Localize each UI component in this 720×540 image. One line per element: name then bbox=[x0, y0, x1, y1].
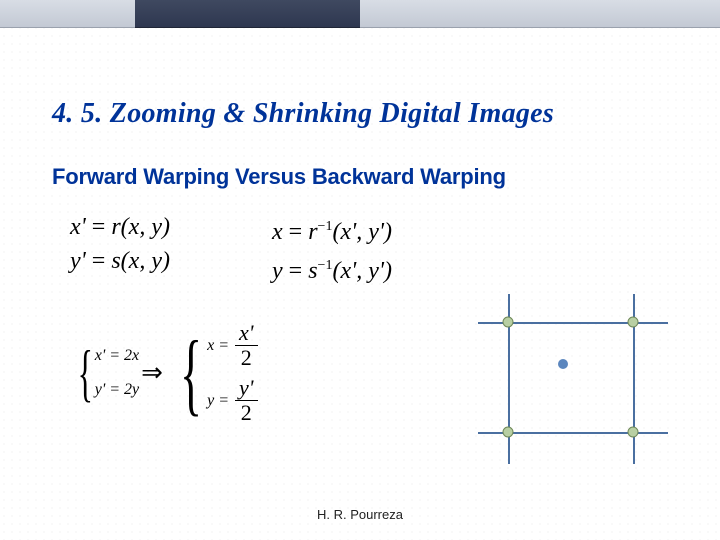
backward-eq2-exp: −1 bbox=[318, 258, 333, 273]
backward-eq2-args: (x', y') bbox=[332, 258, 392, 284]
slide-top-bar bbox=[0, 0, 720, 28]
left-brace-icon: { bbox=[78, 347, 93, 399]
example-forward-eq2: y' = 2y bbox=[95, 381, 139, 398]
formula-row-1: x' = r(x, y) y' = s(x, y) x = r−1(x', y'… bbox=[52, 210, 668, 288]
frac2-den: 2 bbox=[237, 402, 256, 424]
slide-subtitle: Forward Warping Versus Backward Warping bbox=[52, 164, 668, 190]
frac1-num: x' bbox=[239, 320, 253, 345]
frac2-num: y' bbox=[239, 375, 253, 400]
forward-eq-2: y' = s(x, y) bbox=[70, 244, 272, 278]
backward-eq1-lhs: x bbox=[272, 219, 283, 245]
backward-eq1-args: (x', y') bbox=[332, 219, 392, 245]
slide-content: 4. 5. Zooming & Shrinking Digital Images… bbox=[0, 0, 720, 428]
example-backward-block: { x = x' 2 y = y' 2 bbox=[169, 318, 258, 428]
forward-eq-1: x' = r(x, y) bbox=[70, 210, 272, 244]
example-backward-eq2-lhs: y = bbox=[207, 393, 229, 409]
backward-eq1-exp: −1 bbox=[318, 219, 333, 234]
fraction-2: y' 2 bbox=[235, 377, 257, 424]
example-backward-eq1: x = x' 2 bbox=[207, 322, 257, 369]
grid-node-icon bbox=[503, 427, 514, 438]
backward-eq2-fn: s bbox=[308, 258, 317, 284]
slide-title: 4. 5. Zooming & Shrinking Digital Images bbox=[52, 98, 668, 130]
slide-author: H. R. Pourreza bbox=[0, 507, 720, 522]
example-forward-eq1: x' = 2x bbox=[95, 347, 139, 364]
backward-eq2-lhs: y bbox=[272, 258, 283, 284]
backward-warping-equations: x = r−1(x', y') y = s−1(x', y') bbox=[272, 210, 542, 288]
equals-sign: = bbox=[92, 214, 106, 240]
equals-sign: = bbox=[289, 219, 303, 245]
formula-row-2: { x' = 2x y' = 2y ⇒ { x = x' 2 y = bbox=[52, 318, 668, 428]
forward-eq1-rhs: r(x, y) bbox=[111, 214, 170, 240]
example-backward-eq1-lhs: x = bbox=[207, 338, 229, 354]
forward-eq1-lhs: x' bbox=[70, 214, 86, 240]
backward-eq1-fn: r bbox=[308, 219, 317, 245]
example-forward-pair: x' = 2x y' = 2y bbox=[95, 339, 139, 407]
forward-eq2-lhs: y' bbox=[70, 248, 86, 274]
example-backward-pair: x = x' 2 y = y' 2 bbox=[207, 318, 257, 428]
grid-node-icon bbox=[628, 427, 639, 438]
backward-eq-1: x = r−1(x', y') bbox=[272, 210, 542, 249]
implies-arrow-icon: ⇒ bbox=[141, 358, 163, 388]
slide-accent-strip bbox=[135, 0, 360, 28]
example-backward-eq2: y = y' 2 bbox=[207, 377, 257, 424]
equals-sign: = bbox=[92, 248, 106, 274]
left-brace-icon: { bbox=[180, 335, 202, 411]
forward-eq2-rhs: s(x, y) bbox=[111, 248, 170, 274]
fraction-1: x' 2 bbox=[235, 322, 257, 369]
forward-warping-equations: x' = r(x, y) y' = s(x, y) bbox=[52, 210, 272, 278]
backward-eq-2: y = s−1(x', y') bbox=[272, 249, 542, 288]
equals-sign: = bbox=[289, 258, 303, 284]
frac1-den: 2 bbox=[237, 347, 256, 369]
example-forward-block: { x' = 2x y' = 2y bbox=[70, 339, 139, 407]
